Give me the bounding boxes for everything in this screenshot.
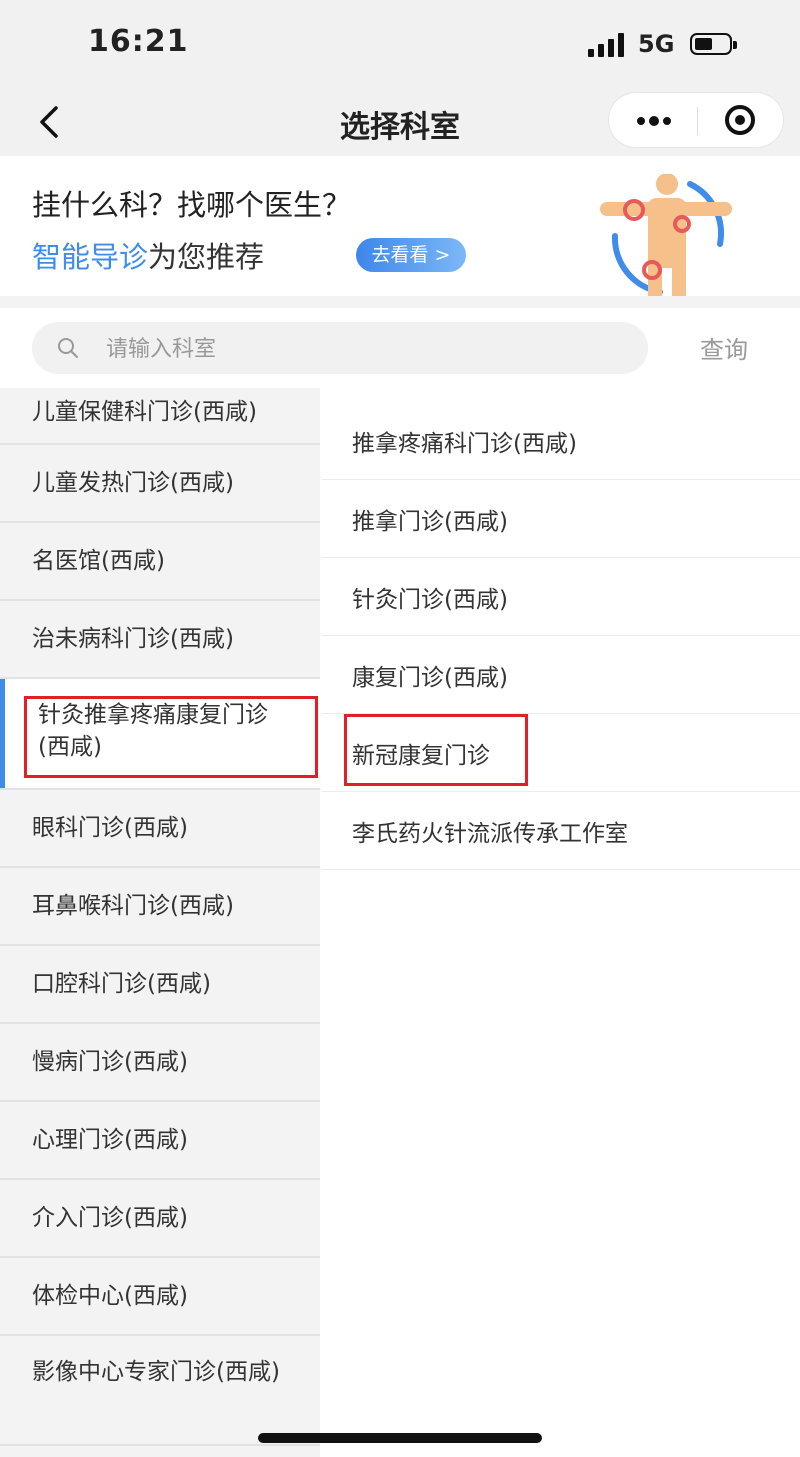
search-row: 查询 — [0, 308, 800, 388]
category-label: 名医馆(西咸) — [32, 548, 165, 574]
category-item[interactable]: 儿童发热门诊(西咸) — [0, 445, 320, 523]
category-item[interactable]: 儿童保健科门诊(西咸) — [0, 388, 320, 445]
search-icon — [58, 338, 78, 358]
category-item[interactable]: 口腔科门诊(西咸) — [0, 946, 320, 1024]
department-label: 推拿疼痛科门诊(西咸) — [352, 431, 577, 457]
category-label: 眼科门诊(西咸) — [32, 815, 188, 841]
more-icon — [637, 117, 645, 125]
status-bar: 16:21 5G — [0, 0, 800, 88]
department-label: 新冠康复门诊 — [352, 743, 490, 769]
category-label: 儿童保健科门诊(西咸) — [32, 399, 257, 425]
department-list: 推拿疼痛科门诊(西咸) 推拿门诊(西咸) 针灸门诊(西咸) 康复门诊(西咸) 新… — [322, 402, 800, 1457]
banner-question: 挂什么科？找哪个医生？ — [32, 188, 352, 222]
category-item-active[interactable]: 针灸推拿疼痛康复门诊(西咸) — [0, 679, 320, 790]
category-item[interactable]: 慢病门诊(西咸) — [0, 1024, 320, 1102]
search-button[interactable]: 查询 — [700, 330, 748, 365]
department-label: 李氏药火针流派传承工作室 — [352, 821, 628, 847]
signal-icon — [588, 33, 628, 57]
department-item[interactable]: 康复门诊(西咸) — [322, 636, 800, 714]
category-label: 体检中心(西咸) — [32, 1283, 188, 1309]
banner-subtitle-rest: 为您推荐 — [148, 240, 265, 274]
department-item[interactable]: 针灸门诊(西咸) — [322, 558, 800, 636]
go-see-button[interactable]: 去看看 > — [356, 238, 466, 272]
category-item[interactable]: 治未病科门诊(西咸) — [0, 601, 320, 679]
battery-icon — [690, 33, 737, 55]
category-item[interactable]: 介入门诊(西咸) — [0, 1180, 320, 1258]
department-item[interactable]: 新冠康复门诊 — [322, 714, 800, 792]
banner-highlight: 智能导诊 — [32, 240, 149, 274]
nav-bar: 选择科室 — [0, 88, 800, 156]
department-item[interactable]: 李氏药火针流派传承工作室 — [322, 792, 800, 870]
category-item[interactable]: 眼科门诊(西咸) — [0, 790, 320, 868]
category-label: 影像中心专家门诊(西咸) — [32, 1359, 280, 1385]
banner-subtitle: 智能导诊为您推荐 — [32, 234, 264, 276]
home-indicator — [258, 1433, 542, 1443]
category-item[interactable]: 名医馆(西咸) — [0, 523, 320, 601]
category-label: 耳鼻喉科门诊(西咸) — [32, 893, 234, 919]
category-item[interactable]: 心理门诊(西咸) — [0, 1102, 320, 1180]
category-item[interactable]: 耳鼻喉科门诊(西咸) — [0, 868, 320, 946]
category-item[interactable]: 影像中心专家门诊(西咸) — [0, 1336, 320, 1446]
category-label: 儿童发热门诊(西咸) — [32, 470, 234, 496]
department-item[interactable]: 推拿门诊(西咸) — [322, 480, 800, 558]
department-label: 康复门诊(西咸) — [352, 665, 508, 691]
smart-triage-banner[interactable]: 挂什么科？找哪个医生？ 智能导诊为您推荐 去看看 > — [0, 156, 800, 298]
category-list: 儿童保健科门诊(西咸) 儿童发热门诊(西咸) 名医馆(西咸) 治未病科门诊(西咸… — [0, 388, 320, 1457]
category-label: 慢病门诊(西咸) — [32, 1049, 188, 1075]
more-button[interactable] — [609, 93, 697, 147]
category-label: 治未病科门诊(西咸) — [32, 626, 234, 652]
status-time: 16:21 — [88, 24, 189, 59]
active-indicator — [0, 679, 5, 788]
category-item[interactable]: 体检中心(西咸) — [0, 1258, 320, 1336]
category-label: 介入门诊(西咸) — [32, 1205, 188, 1231]
search-box[interactable] — [32, 322, 648, 376]
mini-program-capsule — [608, 92, 784, 148]
category-label: 心理门诊(西咸) — [32, 1127, 188, 1153]
department-label: 针灸门诊(西咸) — [352, 587, 508, 613]
department-label: 推拿门诊(西咸) — [352, 509, 508, 535]
category-label: 口腔科门诊(西咸) — [32, 971, 211, 997]
close-mini-program-button[interactable] — [697, 93, 785, 147]
department-item[interactable]: 推拿疼痛科门诊(西咸) — [322, 402, 800, 480]
category-label: 针灸推拿疼痛康复门诊(西咸) — [38, 702, 268, 760]
search-input[interactable] — [104, 322, 628, 376]
body-illustration-icon — [600, 174, 732, 298]
network-label: 5G — [638, 30, 675, 58]
section-divider — [0, 296, 800, 308]
